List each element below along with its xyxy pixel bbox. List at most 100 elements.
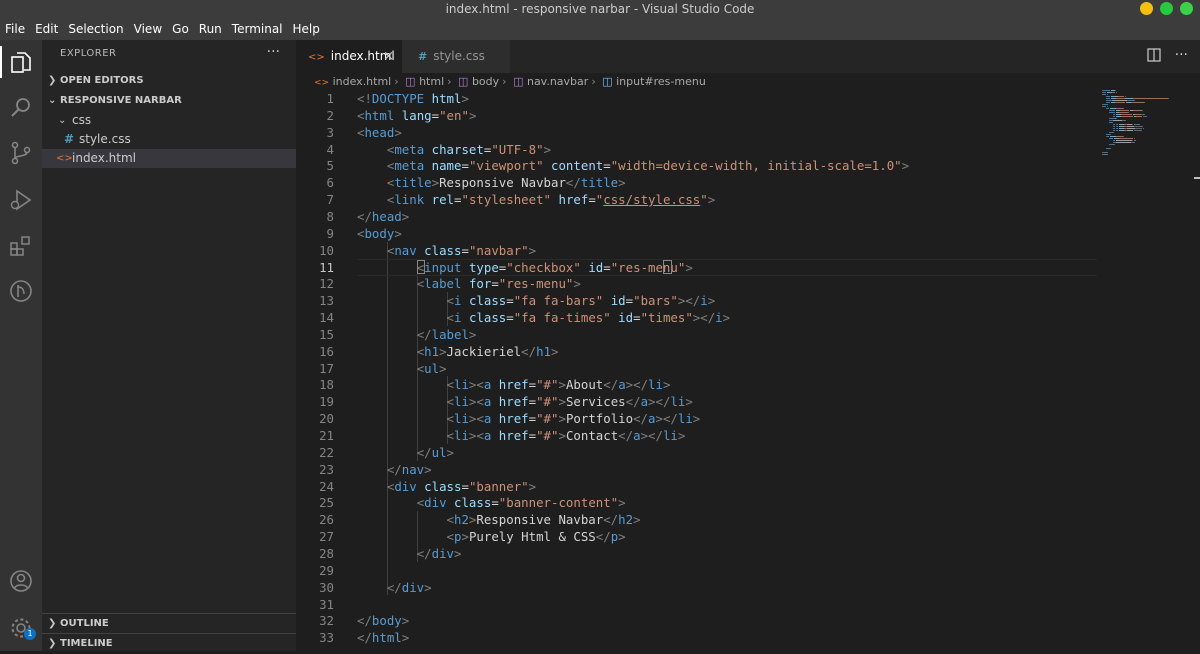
menu-file[interactable]: File bbox=[5, 18, 25, 40]
code-line[interactable]: 14 <i class="fa fa-times" id="times"></i… bbox=[296, 309, 1200, 326]
menu-view[interactable]: View bbox=[134, 18, 162, 40]
file-label: style.css bbox=[79, 132, 131, 146]
line-number: 21 bbox=[319, 428, 334, 443]
open-editors-section[interactable]: ❯ OPEN EDITORS bbox=[42, 71, 296, 91]
breadcrumb-item[interactable]: html bbox=[419, 75, 444, 88]
minimap-line bbox=[1114, 102, 1126, 103]
menu-go[interactable]: Go bbox=[172, 18, 189, 40]
code-line[interactable]: 3 <head> bbox=[296, 124, 1200, 141]
folder-label: css bbox=[72, 113, 92, 127]
minimize-button[interactable] bbox=[1140, 2, 1153, 15]
code-line[interactable]: 32 </body> bbox=[296, 612, 1200, 629]
split-editor-icon[interactable] bbox=[1147, 48, 1161, 62]
maximize-button[interactable] bbox=[1160, 2, 1173, 15]
code-line[interactable]: 23 </nav> bbox=[296, 461, 1200, 478]
menu-run[interactable]: Run bbox=[199, 18, 222, 40]
menu-terminal[interactable]: Terminal bbox=[232, 18, 283, 40]
code-text: = bbox=[506, 293, 514, 309]
explorer-icon[interactable] bbox=[8, 49, 34, 75]
minimap-line bbox=[1128, 112, 1130, 113]
tab-style-css[interactable]: # style.css bbox=[402, 40, 510, 73]
code-line[interactable]: 16 <h1>Jackieriel</h1> bbox=[296, 343, 1200, 360]
code-punctuation: > bbox=[573, 276, 581, 292]
code-line[interactable]: 29 bbox=[296, 562, 1200, 579]
breadcrumb-item[interactable]: index.html bbox=[333, 75, 392, 88]
file-style-css[interactable]: # style.css bbox=[42, 130, 296, 149]
minimap-line bbox=[1115, 118, 1117, 119]
minimap-line bbox=[1102, 92, 1107, 93]
title-bar: index.html - responsive narbar - Visual … bbox=[0, 0, 1200, 18]
code-punctuation: < bbox=[446, 512, 454, 528]
editor-actions: ··· bbox=[1147, 48, 1188, 62]
code-line[interactable]: 21 <li><a href="#">Contact</a></li> bbox=[296, 427, 1200, 444]
code-line[interactable]: 4 <meta charset="UTF-8"> bbox=[296, 141, 1200, 158]
search-icon[interactable] bbox=[8, 95, 34, 121]
code-line[interactable]: 24 <div class="banner"> bbox=[296, 478, 1200, 495]
run-debug-icon[interactable] bbox=[8, 187, 34, 213]
code-line[interactable]: 27 <p>Purely Html & CSS</p> bbox=[296, 528, 1200, 545]
code-line[interactable]: 7 <link rel="stylesheet" href="css/style… bbox=[296, 191, 1200, 208]
code-line[interactable]: 12 <label for="res-menu"> bbox=[296, 275, 1200, 292]
file-index-html[interactable]: <> index.html bbox=[42, 149, 296, 168]
code-line[interactable]: 31 bbox=[296, 596, 1200, 613]
code-line[interactable]: 2 <html lang="en"> bbox=[296, 107, 1200, 124]
line-text: </div> bbox=[357, 579, 432, 596]
line-text: <h2>Responsive Navbar</h2> bbox=[357, 511, 641, 528]
code-line[interactable]: 1 <!DOCTYPE html> bbox=[296, 90, 1200, 107]
line-number: 8 bbox=[326, 208, 334, 224]
symbol-icon: ◫ bbox=[458, 75, 469, 88]
more-actions-button[interactable]: ··· bbox=[267, 44, 280, 60]
timeline-label: TIMELINE bbox=[60, 638, 113, 649]
code-line[interactable]: 17 <ul> bbox=[296, 360, 1200, 377]
extensions-icon[interactable] bbox=[8, 233, 34, 259]
minimap-line bbox=[1141, 126, 1143, 127]
breadcrumb-item[interactable]: nav.navbar bbox=[527, 75, 588, 88]
code-line[interactable]: 25 <div class="banner-content"> bbox=[296, 494, 1200, 511]
code-punctuation: > bbox=[401, 630, 410, 646]
breadcrumb-item[interactable]: input#res-menu bbox=[616, 75, 706, 88]
line-number: 6 bbox=[326, 175, 334, 191]
code-line[interactable]: 19 <li><a href="#">Services</a></li> bbox=[296, 393, 1200, 410]
line-text: <li><a href="#">Portfolio</a></li> bbox=[357, 410, 701, 427]
code-string: "viewport" bbox=[468, 158, 544, 174]
project-section[interactable]: ⌄ RESPONSIVE NARBAR bbox=[42, 91, 296, 111]
menu-edit[interactable]: Edit bbox=[35, 18, 58, 40]
close-window-button[interactable] bbox=[1180, 2, 1193, 15]
code-tag: head bbox=[371, 208, 402, 224]
outline-section[interactable]: ❯ OUTLINE bbox=[42, 613, 296, 634]
breadcrumb-item[interactable]: body bbox=[472, 75, 499, 88]
folder-css[interactable]: ⌄ css bbox=[42, 111, 296, 130]
tab-index-html[interactable]: <> index.html × bbox=[296, 40, 402, 73]
source-control-icon[interactable] bbox=[8, 140, 34, 166]
code-line[interactable]: 30 </div> bbox=[296, 579, 1200, 596]
code-line[interactable]: 6 <title>Responsive Navbar</title> bbox=[296, 174, 1200, 191]
code-punctuation: < bbox=[446, 293, 454, 309]
code-line[interactable]: 33 </html> bbox=[296, 629, 1200, 646]
code-text: Responsive Navbar bbox=[439, 175, 566, 191]
minimap-line bbox=[1115, 98, 1125, 99]
code-line[interactable]: 9 <body> bbox=[296, 225, 1200, 242]
code-line[interactable]: 11 <input type="checkbox" id="res-menu"> bbox=[296, 258, 1200, 276]
code-text: Jackieriel bbox=[446, 343, 522, 359]
remote-icon[interactable] bbox=[8, 278, 34, 304]
code-line[interactable]: 22 </ul> bbox=[296, 444, 1200, 461]
code-line[interactable]: 15 </label> bbox=[296, 326, 1200, 343]
code-attribute: class bbox=[454, 495, 492, 511]
menu-help[interactable]: Help bbox=[293, 18, 320, 40]
code-line[interactable]: 10 <nav class="navbar"> bbox=[296, 242, 1200, 259]
minimap[interactable] bbox=[1102, 90, 1192, 210]
code-line[interactable]: 26 <h2>Responsive Navbar</h2> bbox=[296, 511, 1200, 528]
code-line[interactable]: 13 <i class="fa fa-bars" id="bars"></i> bbox=[296, 292, 1200, 309]
code-punctuation: </ bbox=[357, 613, 372, 629]
code-line[interactable]: 28 </div> bbox=[296, 545, 1200, 562]
code-punctuation: >< bbox=[468, 394, 484, 410]
code-line[interactable]: 5 <meta name="viewport" content="width=d… bbox=[296, 157, 1200, 174]
close-tab-icon[interactable]: × bbox=[383, 40, 394, 73]
account-icon[interactable] bbox=[8, 568, 34, 594]
more-actions-button[interactable]: ··· bbox=[1175, 48, 1188, 62]
code-line[interactable]: 20 <li><a href="#">Portfolio</a></li> bbox=[296, 410, 1200, 427]
code-line[interactable]: 18 <li><a href="#">About</a></li> bbox=[296, 376, 1200, 393]
menu-selection[interactable]: Selection bbox=[68, 18, 123, 40]
code-line[interactable]: 8 </head> bbox=[296, 208, 1200, 225]
